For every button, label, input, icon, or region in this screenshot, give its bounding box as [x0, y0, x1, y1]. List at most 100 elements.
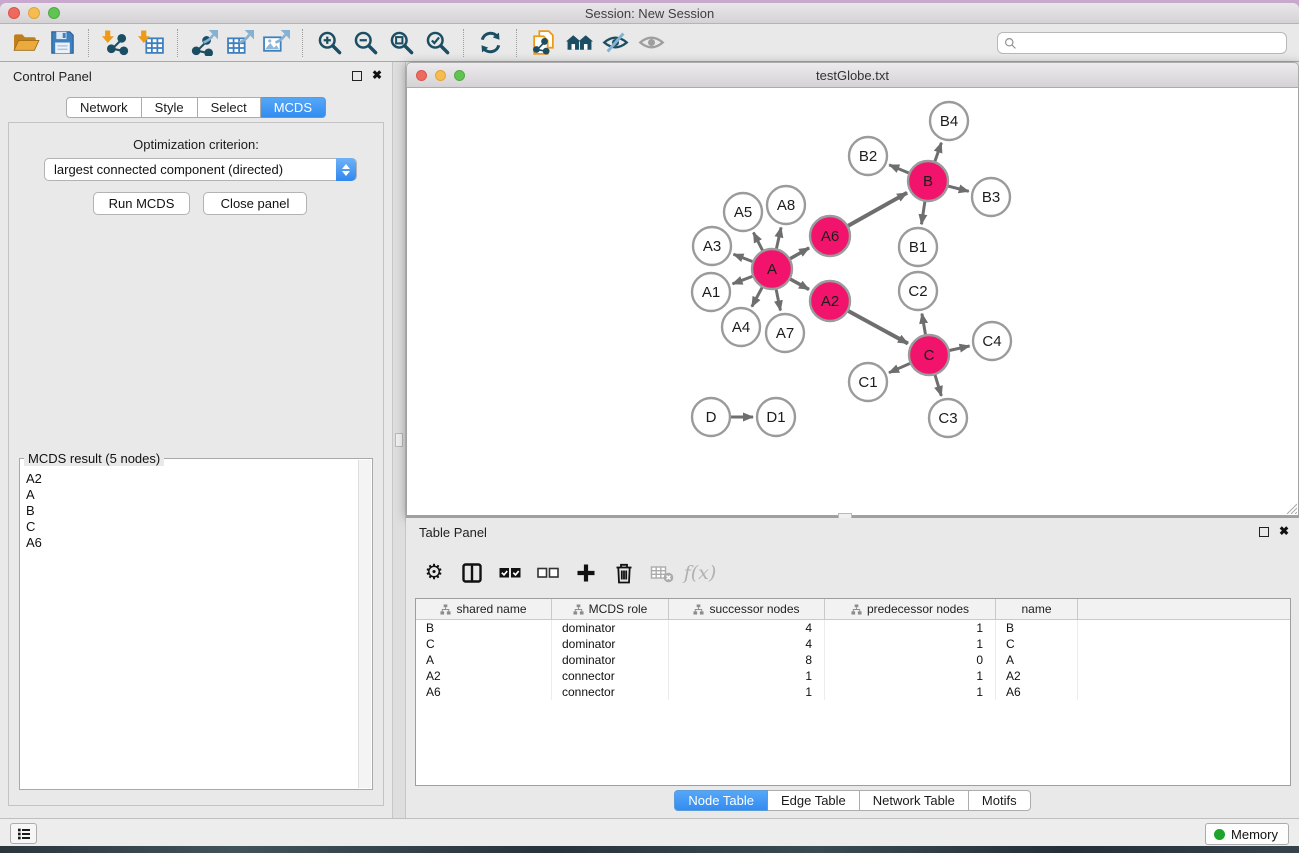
close-panel-icon[interactable]: ✖ — [372, 68, 382, 82]
export-table-button[interactable] — [222, 27, 258, 59]
node-C3[interactable]: C3 — [929, 399, 967, 437]
import-network-button[interactable] — [97, 27, 133, 59]
cell-predecessor-nodes[interactable]: 1 — [825, 620, 996, 636]
table-row[interactable]: Cdominator41C — [416, 636, 1290, 652]
cell-mcds-role[interactable]: connector — [552, 668, 669, 684]
network-window-titlebar[interactable]: testGlobe.txt — [406, 62, 1299, 88]
cell-name[interactable]: A6 — [996, 684, 1078, 700]
cell-mcds-role[interactable]: connector — [552, 684, 669, 700]
cell-shared-name[interactable]: C — [416, 636, 552, 652]
mcds-result-item[interactable]: A — [26, 487, 357, 503]
cell-name[interactable]: B — [996, 620, 1078, 636]
node-B[interactable]: B — [908, 161, 948, 201]
node-D1[interactable]: D1 — [757, 398, 795, 436]
export-image-button[interactable] — [258, 27, 294, 59]
cell-successor-nodes[interactable]: 1 — [669, 684, 825, 700]
add-column-button[interactable] — [571, 558, 601, 588]
node-A5[interactable]: A5 — [724, 193, 762, 231]
tab-select[interactable]: Select — [198, 97, 261, 118]
close-panel-button[interactable]: Close panel — [203, 192, 307, 215]
mcds-result-item[interactable]: B — [26, 503, 357, 519]
zoom-in-button[interactable] — [311, 27, 347, 59]
save-session-button[interactable] — [44, 27, 80, 59]
close-panel-icon[interactable]: ✖ — [1279, 524, 1289, 538]
node-A6[interactable]: A6 — [810, 216, 850, 256]
tab-node-table[interactable]: Node Table — [674, 790, 768, 811]
result-scrollbar[interactable] — [358, 460, 371, 788]
table-row[interactable]: A6connector11A6 — [416, 684, 1290, 700]
refresh-view-button[interactable] — [472, 27, 508, 59]
cell-shared-name[interactable]: A — [416, 652, 552, 668]
cell-predecessor-nodes[interactable]: 0 — [825, 652, 996, 668]
tab-network[interactable]: Network — [66, 97, 142, 118]
table-mode-button[interactable]: ⚙ — [419, 558, 449, 588]
cell-mcds-role[interactable]: dominator — [552, 636, 669, 652]
cell-predecessor-nodes[interactable]: 1 — [825, 668, 996, 684]
tab-edge-table[interactable]: Edge Table — [768, 790, 860, 811]
memory-button[interactable]: Memory — [1205, 823, 1289, 845]
tab-network-table[interactable]: Network Table — [860, 790, 969, 811]
open-session-button[interactable] — [8, 27, 44, 59]
cell-shared-name[interactable]: A6 — [416, 684, 552, 700]
duplicate-network-button[interactable] — [525, 27, 561, 59]
hide-selected-button[interactable] — [597, 27, 633, 59]
cell-name[interactable]: C — [996, 636, 1078, 652]
criterion-dropdown[interactable]: largest connected component (directed) — [44, 158, 357, 181]
deselect-all-button[interactable] — [533, 558, 563, 588]
task-history-button[interactable] — [10, 823, 37, 844]
cell-mcds-role[interactable]: dominator — [552, 652, 669, 668]
node-B4[interactable]: B4 — [930, 102, 968, 140]
node-B3[interactable]: B3 — [972, 178, 1010, 216]
cell-name[interactable]: A — [996, 652, 1078, 668]
node-C4[interactable]: C4 — [973, 322, 1011, 360]
tab-style[interactable]: Style — [142, 97, 198, 118]
tab-mcds[interactable]: MCDS — [261, 97, 326, 118]
import-table-button[interactable] — [133, 27, 169, 59]
column-header-mcds-role[interactable]: MCDS role — [552, 599, 669, 619]
cell-predecessor-nodes[interactable]: 1 — [825, 684, 996, 700]
table-row[interactable]: Adominator80A — [416, 652, 1290, 668]
cell-predecessor-nodes[interactable]: 1 — [825, 636, 996, 652]
vertical-split-divider[interactable] — [392, 62, 406, 818]
zoom-selected-button[interactable] — [419, 27, 455, 59]
mcds-result-item[interactable]: A2 — [26, 471, 357, 487]
node-A8[interactable]: A8 — [767, 186, 805, 224]
window-resize-grip[interactable] — [1284, 501, 1297, 514]
column-header-predecessor-nodes[interactable]: predecessor nodes — [825, 599, 996, 619]
cell-successor-nodes[interactable]: 4 — [669, 636, 825, 652]
network-canvas[interactable]: B4B2BB3A8A5A6A3B1AC2A1A2A4A7C4CC1DD1C3 — [406, 88, 1299, 516]
cell-successor-nodes[interactable]: 1 — [669, 668, 825, 684]
tab-motifs[interactable]: Motifs — [969, 790, 1031, 811]
cell-successor-nodes[interactable]: 4 — [669, 620, 825, 636]
column-header-successor-nodes[interactable]: successor nodes — [669, 599, 825, 619]
mcds-result-item[interactable]: A6 — [26, 535, 357, 551]
cell-shared-name[interactable]: B — [416, 620, 552, 636]
show-columns-button[interactable] — [457, 558, 487, 588]
node-B1[interactable]: B1 — [899, 228, 937, 266]
node-A2[interactable]: A2 — [810, 281, 850, 321]
node-A1[interactable]: A1 — [692, 273, 730, 311]
search-input[interactable] — [1021, 34, 1286, 52]
node-A4[interactable]: A4 — [722, 308, 760, 346]
mcds-result-item[interactable]: C — [26, 519, 357, 535]
select-all-button[interactable] — [495, 558, 525, 588]
cell-successor-nodes[interactable]: 8 — [669, 652, 825, 668]
cell-mcds-role[interactable]: dominator — [552, 620, 669, 636]
node-A[interactable]: A — [752, 249, 792, 289]
zoom-fit-button[interactable] — [383, 27, 419, 59]
column-header-name[interactable]: name — [996, 599, 1078, 619]
cell-name[interactable]: A2 — [996, 668, 1078, 684]
node-A3[interactable]: A3 — [693, 227, 731, 265]
node-A7[interactable]: A7 — [766, 314, 804, 352]
divider-grip[interactable] — [395, 433, 403, 447]
export-network-button[interactable] — [186, 27, 222, 59]
node-C[interactable]: C — [909, 335, 949, 375]
node-C1[interactable]: C1 — [849, 363, 887, 401]
float-panel-icon[interactable] — [352, 71, 362, 81]
float-panel-icon[interactable] — [1259, 527, 1269, 537]
table-row[interactable]: A2connector11A2 — [416, 668, 1290, 684]
first-neighbors-button[interactable] — [561, 27, 597, 59]
cell-shared-name[interactable]: A2 — [416, 668, 552, 684]
node-B2[interactable]: B2 — [849, 137, 887, 175]
table-row[interactable]: Bdominator41B — [416, 620, 1290, 636]
